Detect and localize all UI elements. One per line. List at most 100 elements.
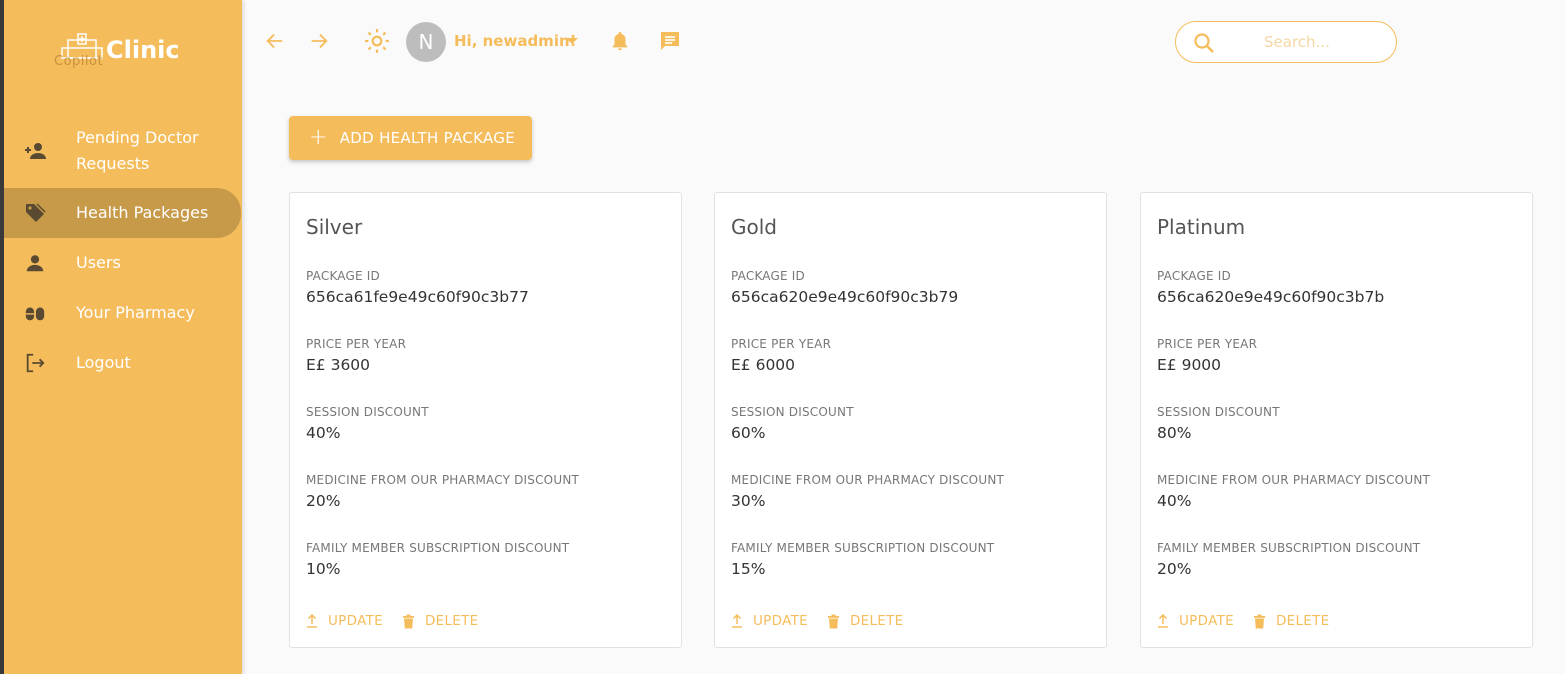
update-button[interactable]: UPDATE xyxy=(304,613,383,629)
forward-arrow-icon[interactable] xyxy=(306,28,332,54)
field-value: 40% xyxy=(1157,492,1192,510)
sidebar-item-pending-doctor-requests[interactable]: Pending Doctor Requests xyxy=(4,114,242,188)
upload-icon xyxy=(304,613,320,629)
delete-label: DELETE xyxy=(849,613,904,629)
top-bar: N Hi, newadmin! xyxy=(242,0,1565,84)
field-value: 40% xyxy=(306,424,341,442)
logo[interactable]: Copilot Clinic xyxy=(54,28,194,74)
field-label: SESSION DISCOUNT xyxy=(306,405,429,419)
package-name: Gold xyxy=(731,215,777,239)
logo-subtext: Copilot xyxy=(54,54,104,69)
person-add-icon xyxy=(22,138,48,164)
field-label: PRICE PER YEAR xyxy=(731,337,832,351)
sidebar-item-logout[interactable]: Logout xyxy=(4,338,242,388)
field-value: 60% xyxy=(731,424,766,442)
sidebar-item-your-pharmacy[interactable]: Your Pharmacy xyxy=(4,288,242,338)
field-value: 656ca620e9e49c60f90c3b7b xyxy=(1157,288,1385,306)
avatar[interactable]: N xyxy=(406,22,446,62)
field-value: 30% xyxy=(731,492,766,510)
field-label: PRICE PER YEAR xyxy=(306,337,407,351)
field-label: PACKAGE ID xyxy=(306,269,380,283)
update-button[interactable]: UPDATE xyxy=(729,613,808,629)
field-label: FAMILY MEMBER SUBSCRIPTION DISCOUNT xyxy=(731,541,995,555)
sidebar: Copilot Clinic Pending Doctor Requests H… xyxy=(4,0,242,674)
sidebar-nav: Pending Doctor Requests Health Packages … xyxy=(4,114,242,388)
update-label: UPDATE xyxy=(328,613,383,629)
field-label: PRICE PER YEAR xyxy=(1157,337,1258,351)
field-value: E£ 3600 xyxy=(306,356,371,374)
upload-icon xyxy=(1155,613,1171,629)
package-card-gold: Gold PACKAGE ID 656ca620e9e49c60f90c3b79… xyxy=(714,192,1107,648)
field-label: FAMILY MEMBER SUBSCRIPTION DISCOUNT xyxy=(1157,541,1421,555)
plus-icon: + xyxy=(309,125,328,150)
field-value: E£ 9000 xyxy=(1157,356,1222,374)
sidebar-item-label: Health Packages xyxy=(76,203,209,222)
price-field: PRICE PER YEAR E£ 6000 xyxy=(731,337,831,374)
trash-icon xyxy=(401,613,417,629)
family-discount-field: FAMILY MEMBER SUBSCRIPTION DISCOUNT 20% xyxy=(1157,541,1420,578)
field-value: 20% xyxy=(306,492,341,510)
delete-button[interactable]: DELETE xyxy=(1252,613,1330,629)
field-value: 10% xyxy=(306,560,341,578)
update-label: UPDATE xyxy=(753,613,808,629)
delete-button[interactable]: DELETE xyxy=(401,613,479,629)
field-label: PACKAGE ID xyxy=(1157,269,1231,283)
field-value: 15% xyxy=(731,560,766,578)
back-arrow-icon[interactable] xyxy=(262,28,288,54)
field-label: SESSION DISCOUNT xyxy=(731,405,854,419)
package-id-field: PACKAGE ID 656ca620e9e49c60f90c3b79 xyxy=(731,269,958,306)
field-value: 80% xyxy=(1157,424,1192,442)
medicine-discount-field: MEDICINE FROM OUR PHARMACY DISCOUNT 20% xyxy=(306,473,579,510)
family-discount-field: FAMILY MEMBER SUBSCRIPTION DISCOUNT 10% xyxy=(306,541,569,578)
update-button[interactable]: UPDATE xyxy=(1155,613,1234,629)
delete-label: DELETE xyxy=(1275,613,1330,629)
user-greeting[interactable]: Hi, newadmin! xyxy=(454,32,576,50)
person-icon xyxy=(22,250,48,276)
medicine-discount-field: MEDICINE FROM OUR PHARMACY DISCOUNT 40% xyxy=(1157,473,1430,510)
card-actions: UPDATE DELETE xyxy=(304,613,497,629)
bell-icon[interactable] xyxy=(607,28,633,54)
field-value: E£ 6000 xyxy=(731,356,796,374)
package-name: Silver xyxy=(306,215,363,239)
sidebar-item-users[interactable]: Users xyxy=(4,238,242,288)
medicine-discount-field: MEDICINE FROM OUR PHARMACY DISCOUNT 30% xyxy=(731,473,1004,510)
add-button-label: ADD HEALTH PACKAGE xyxy=(339,129,516,147)
tag-icon xyxy=(22,200,48,226)
logout-icon xyxy=(22,350,48,376)
field-label: SESSION DISCOUNT xyxy=(1157,405,1280,419)
trash-icon xyxy=(826,613,842,629)
package-id-field: PACKAGE ID 656ca61fe9e49c60f90c3b77 xyxy=(306,269,529,306)
field-label: PACKAGE ID xyxy=(731,269,805,283)
sidebar-item-health-packages[interactable]: Health Packages xyxy=(4,188,241,238)
field-label: MEDICINE FROM OUR PHARMACY DISCOUNT xyxy=(306,473,580,487)
trash-icon xyxy=(1252,613,1268,629)
sidebar-item-label: Users xyxy=(76,253,121,272)
field-value: 656ca620e9e49c60f90c3b79 xyxy=(731,288,959,306)
search-box[interactable] xyxy=(1175,21,1397,63)
sidebar-item-label: Logout xyxy=(76,353,131,372)
field-value: 20% xyxy=(1157,560,1192,578)
chevron-down-icon[interactable] xyxy=(566,38,578,44)
price-field: PRICE PER YEAR E£ 3600 xyxy=(306,337,406,374)
field-label: MEDICINE FROM OUR PHARMACY DISCOUNT xyxy=(731,473,1005,487)
field-label: FAMILY MEMBER SUBSCRIPTION DISCOUNT xyxy=(306,541,570,555)
add-health-package-button[interactable]: + ADD HEALTH PACKAGE xyxy=(289,116,532,160)
message-icon[interactable] xyxy=(657,28,683,54)
session-discount-field: SESSION DISCOUNT 60% xyxy=(731,405,854,442)
update-label: UPDATE xyxy=(1179,613,1234,629)
family-discount-field: FAMILY MEMBER SUBSCRIPTION DISCOUNT 15% xyxy=(731,541,994,578)
card-actions: UPDATE DELETE xyxy=(729,613,922,629)
delete-button[interactable]: DELETE xyxy=(826,613,904,629)
upload-icon xyxy=(729,613,745,629)
search-input[interactable] xyxy=(1264,31,1384,53)
price-field: PRICE PER YEAR E£ 9000 xyxy=(1157,337,1257,374)
sun-icon[interactable] xyxy=(364,28,390,54)
package-card-platinum: Platinum PACKAGE ID 656ca620e9e49c60f90c… xyxy=(1140,192,1533,648)
pills-icon xyxy=(22,300,48,326)
package-card-silver: Silver PACKAGE ID 656ca61fe9e49c60f90c3b… xyxy=(289,192,682,648)
session-discount-field: SESSION DISCOUNT 80% xyxy=(1157,405,1280,442)
session-discount-field: SESSION DISCOUNT 40% xyxy=(306,405,429,442)
field-label: MEDICINE FROM OUR PHARMACY DISCOUNT xyxy=(1157,473,1431,487)
sidebar-item-label: Pending Doctor Requests xyxy=(76,128,199,173)
package-name: Platinum xyxy=(1157,215,1246,239)
